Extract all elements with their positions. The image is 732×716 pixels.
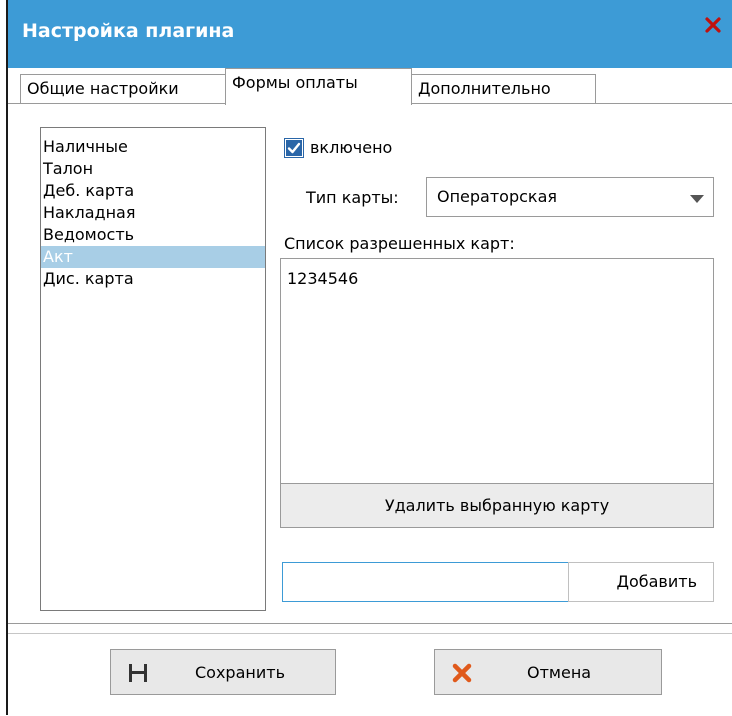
tab-payment-forms[interactable]: Формы оплаты xyxy=(225,68,412,105)
footer-divider xyxy=(8,633,732,634)
dialog-footer: Сохранить Отмена xyxy=(8,623,732,716)
list-item-debit-card[interactable]: Деб. карта xyxy=(41,180,265,202)
floppy-icon xyxy=(129,664,147,682)
close-icon xyxy=(705,17,721,33)
list-item-act[interactable]: Акт xyxy=(41,246,265,268)
add-card-button[interactable]: Добавить xyxy=(568,562,714,602)
cancel-label: Отмена xyxy=(527,663,592,682)
delete-selected-card-button[interactable]: Удалить выбранную карту xyxy=(280,483,714,528)
list-item-invoice[interactable]: Накладная xyxy=(41,202,265,224)
dropdown-arrow-icon xyxy=(690,195,704,203)
save-label: Сохранить xyxy=(195,663,285,682)
allowed-cards-list[interactable]: 1234546 xyxy=(280,258,714,484)
list-item-statement[interactable]: Ведомость xyxy=(41,224,265,246)
list-item-coupon[interactable]: Талон xyxy=(41,158,265,180)
card-type-select[interactable]: Операторская xyxy=(426,177,714,217)
tab-label: Общие настройки xyxy=(27,79,179,98)
payment-forms-list[interactable]: Наличные Талон Деб. карта Накладная Ведо… xyxy=(40,127,266,611)
close-button[interactable] xyxy=(702,16,724,38)
cross-icon xyxy=(452,663,472,683)
payment-forms-panel: Наличные Талон Деб. карта Накладная Ведо… xyxy=(8,103,732,624)
checkmark-icon xyxy=(286,140,302,156)
list-item-cash[interactable]: Наличные xyxy=(41,136,265,158)
tab-additional[interactable]: Дополнительно xyxy=(411,74,596,104)
card-type-label: Тип карты: xyxy=(306,188,399,207)
card-type-value: Операторская xyxy=(437,187,558,206)
window-title: Настройка плагина xyxy=(22,20,235,42)
list-item[interactable]: 1234546 xyxy=(287,269,358,288)
tab-general-settings[interactable]: Общие настройки xyxy=(20,74,226,104)
allowed-cards-label: Список разрешенных карт: xyxy=(284,234,515,253)
tab-label: Формы оплаты xyxy=(232,73,358,92)
enabled-label: включено xyxy=(310,138,393,157)
tab-label: Дополнительно xyxy=(418,79,551,98)
tab-strip: Общие настройки Формы оплаты Дополнитель… xyxy=(8,68,732,105)
enabled-checkbox[interactable] xyxy=(284,138,304,158)
cancel-button[interactable]: Отмена xyxy=(434,649,662,695)
save-button[interactable]: Сохранить xyxy=(110,649,336,695)
card-number-input[interactable] xyxy=(282,562,569,602)
list-item-discount-card[interactable]: Дис. карта xyxy=(41,268,265,290)
title-bar: Настройка плагина xyxy=(8,0,732,68)
